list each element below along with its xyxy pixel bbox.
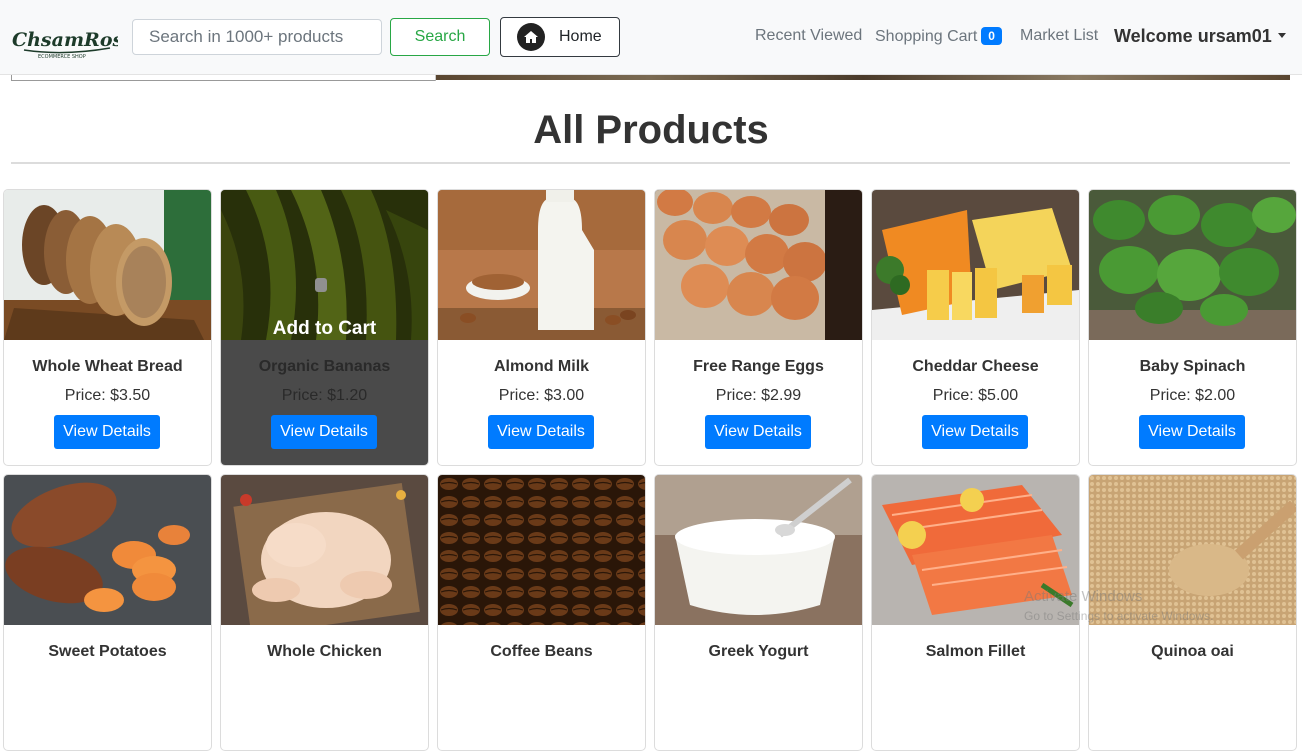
product-price: Price: $2.00 bbox=[1149, 387, 1236, 404]
nav-shopping-cart[interactable]: Shopping Cart 0 bbox=[875, 27, 1002, 46]
product-price: Price: $5.00 bbox=[932, 387, 1019, 404]
product-price: Price: $2.99 bbox=[715, 387, 802, 404]
product-card[interactable]: Coffee Beans bbox=[437, 474, 646, 751]
watermark-subtitle: Go to Settings to activate Windows. bbox=[1024, 609, 1214, 623]
product-name[interactable]: Salmon Fillet bbox=[872, 643, 1079, 661]
welcome-text: Welcome ursam01 bbox=[1114, 26, 1272, 46]
home-button-label: Home bbox=[559, 28, 602, 45]
product-card[interactable]: Almond Milk Price: $3.00 View Details bbox=[437, 189, 646, 466]
carousel-image-strip bbox=[436, 75, 1290, 80]
title-divider bbox=[11, 162, 1290, 164]
product-name[interactable]: Almond Milk bbox=[438, 358, 645, 376]
brand-logo[interactable]: ChsamRosko ECOMMERCE SHOP bbox=[10, 20, 149, 62]
search-button[interactable]: Search bbox=[390, 18, 490, 56]
product-card[interactable]: Cheddar Cheese Price: $5.00 View Details bbox=[871, 189, 1080, 466]
product-price: Price: $1.20 bbox=[281, 387, 368, 404]
product-name[interactable]: Greek Yogurt bbox=[655, 643, 862, 661]
home-icon bbox=[517, 23, 545, 51]
home-button[interactable]: Home bbox=[500, 17, 620, 57]
view-details-button[interactable]: View Details bbox=[705, 415, 811, 449]
chicken-image[interactable] bbox=[221, 475, 428, 625]
product-name[interactable]: Whole Wheat Bread bbox=[4, 358, 211, 376]
user-menu-dropdown[interactable]: Welcome ursam01 bbox=[1114, 26, 1286, 47]
product-card[interactable]: Free Range Eggs Price: $2.99 View Detail… bbox=[654, 189, 863, 466]
sweet-potatoes-image[interactable] bbox=[4, 475, 211, 625]
product-name[interactable]: Baby Spinach bbox=[1089, 358, 1296, 376]
product-card[interactable]: Greek Yogurt bbox=[654, 474, 863, 751]
watermark-title: Activate Windows bbox=[1024, 588, 1143, 605]
cheese-image[interactable] bbox=[872, 190, 1079, 340]
view-details-button[interactable]: View Details bbox=[271, 415, 377, 449]
carousel-edge bbox=[11, 75, 436, 81]
eggs-image[interactable] bbox=[655, 190, 862, 340]
nav-shopping-cart-label: Shopping Cart bbox=[875, 28, 978, 45]
product-card[interactable]: Whole Wheat Bread Price: $3.50 View Deta… bbox=[3, 189, 212, 466]
cart-count-badge: 0 bbox=[981, 27, 1002, 45]
svg-text:ECOMMERCE SHOP: ECOMMERCE SHOP bbox=[38, 54, 86, 60]
nav-market-list[interactable]: Market List bbox=[1020, 27, 1098, 45]
yogurt-image[interactable] bbox=[655, 475, 862, 625]
product-name[interactable]: Coffee Beans bbox=[438, 643, 645, 661]
product-card[interactable]: Baby Spinach Price: $2.00 View Details bbox=[1088, 189, 1297, 466]
view-details-button[interactable]: View Details bbox=[54, 415, 160, 449]
view-details-button[interactable]: View Details bbox=[922, 415, 1028, 449]
spinach-image[interactable] bbox=[1089, 190, 1296, 340]
bananas-image[interactable]: Add to Cart bbox=[221, 190, 428, 340]
coffee-beans-image[interactable] bbox=[438, 475, 645, 625]
windows-activation-watermark: Activate Windows Go to Settings to activ… bbox=[1024, 588, 1213, 623]
caret-down-icon bbox=[1277, 33, 1286, 38]
page-title: All Products bbox=[533, 108, 769, 152]
product-name[interactable]: Organic Bananas bbox=[221, 358, 428, 376]
product-name[interactable]: Sweet Potatoes bbox=[4, 643, 211, 661]
top-navbar: ChsamRosko ECOMMERCE SHOP Search Home Re… bbox=[0, 0, 1302, 75]
product-price: Price: $3.00 bbox=[498, 387, 585, 404]
add-to-cart-label[interactable]: Add to Cart bbox=[221, 318, 428, 340]
bread-image[interactable] bbox=[4, 190, 211, 340]
product-name[interactable]: Free Range Eggs bbox=[655, 358, 862, 376]
product-name[interactable]: Quinoa oai bbox=[1089, 643, 1296, 661]
product-card[interactable]: Whole Chicken bbox=[220, 474, 429, 751]
product-name[interactable]: Whole Chicken bbox=[221, 643, 428, 661]
search-input[interactable] bbox=[132, 19, 382, 55]
svg-text:ChsamRosko: ChsamRosko bbox=[12, 29, 118, 51]
product-card[interactable]: Sweet Potatoes bbox=[3, 474, 212, 751]
view-details-button[interactable]: View Details bbox=[488, 415, 594, 449]
almond-milk-image[interactable] bbox=[438, 190, 645, 340]
view-details-button[interactable]: View Details bbox=[1139, 415, 1245, 449]
nav-recent-viewed[interactable]: Recent Viewed bbox=[755, 27, 862, 45]
product-price: Price: $3.50 bbox=[64, 387, 151, 404]
product-card[interactable]: Add to Cart Organic Bananas Price: $1.20… bbox=[220, 189, 429, 466]
product-name[interactable]: Cheddar Cheese bbox=[872, 358, 1079, 376]
